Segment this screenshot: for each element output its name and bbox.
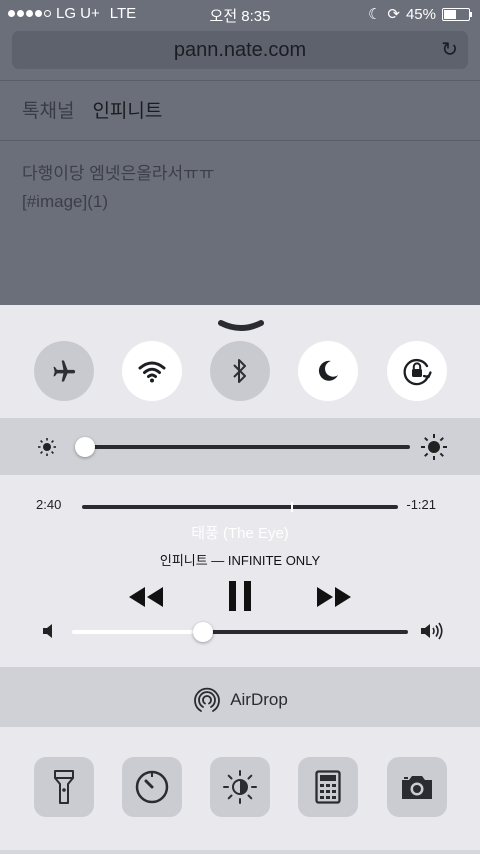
airdrop-icon [194, 687, 221, 712]
calculator-button[interactable] [298, 757, 358, 817]
tab-talk-channel[interactable]: 톡채널 [22, 96, 74, 123]
post-content: 다행이당 엠넷은올라서ㅠㅠ [#image](1) [22, 160, 214, 216]
moon-icon [318, 360, 338, 381]
airdrop-button[interactable]: AirDrop [0, 685, 480, 715]
volume-high-icon [421, 622, 443, 640]
remaining-time: -1:21 [406, 497, 436, 512]
rotation-lock-icon [403, 358, 432, 386]
brightness-band [0, 418, 480, 475]
timer-icon [135, 770, 169, 804]
rewind-button[interactable] [127, 585, 165, 609]
pause-button[interactable] [226, 579, 254, 613]
calculator-icon [315, 770, 341, 804]
airdrop-label: AirDrop [230, 690, 288, 709]
volume-track[interactable] [203, 630, 408, 634]
night-shift-icon [223, 770, 257, 804]
rotation-lock-toggle[interactable] [387, 341, 447, 401]
url-bar[interactable]: pann.nate.com ↻ [12, 31, 468, 69]
scrub-track[interactable] [82, 505, 398, 509]
do-not-disturb-toggle[interactable] [298, 341, 358, 401]
volume-track-filled[interactable] [72, 630, 204, 634]
post-line: 다행이당 엠넷은올라서ㅠㅠ [22, 164, 215, 183]
fast-forward-button[interactable] [315, 585, 353, 609]
bluetooth-toggle[interactable] [210, 341, 270, 401]
reload-icon[interactable]: ↻ [441, 31, 458, 69]
tools-row [0, 757, 480, 819]
airplane-toggle[interactable] [34, 341, 94, 401]
song-title: 태풍 (The Eye) [191, 525, 289, 542]
status-bar: LG U+ LTE 오전 8:35 ☾ ⟳ 45% [0, 0, 480, 28]
volume-slider-knob[interactable] [193, 622, 214, 642]
now-playing: 2:40 -1:21 태풍 (The Eye) 인피니트 — INFINITE … [0, 475, 480, 668]
brightness-high-icon [421, 434, 447, 460]
bluetooth-icon [233, 359, 246, 383]
camera-icon [402, 776, 432, 799]
moon-status-icon: ☾ [367, 6, 382, 23]
airplane-icon [53, 360, 75, 382]
wifi-toggle[interactable] [122, 341, 182, 401]
battery-icon [442, 7, 472, 21]
status-right: ☾ ⟳ 45% [367, 5, 472, 23]
battery-label: 45% [405, 5, 436, 23]
brightness-slider-knob[interactable] [74, 437, 95, 457]
background-page: LG U+ LTE 오전 8:35 ☾ ⟳ 45% pann.nate.com … [0, 0, 480, 305]
flashlight-icon [54, 770, 74, 804]
night-shift-button[interactable] [210, 757, 270, 817]
post-line: [#image](1) [22, 192, 108, 211]
flashlight-button[interactable] [34, 757, 94, 817]
artist-album: 인피니트 — INFINITE ONLY [159, 553, 321, 568]
airdrop-band[interactable]: AirDrop [0, 667, 480, 727]
grabber-chevron-icon[interactable] [218, 319, 264, 333]
rotation-lock-status-icon: ⟳ [387, 6, 400, 23]
divider [0, 140, 480, 141]
camera-button[interactable] [387, 757, 447, 817]
divider [0, 80, 480, 81]
timer-button[interactable] [122, 757, 182, 817]
elapsed-time: 2:40 [36, 497, 62, 512]
brightness-track[interactable] [78, 445, 410, 449]
volume-low-icon [43, 624, 52, 638]
url-text: pann.nate.com [173, 39, 307, 61]
bottom-edge [0, 850, 480, 854]
brightness-low-icon [38, 438, 56, 456]
page-tabs: 톡채널 인피니트 [22, 96, 162, 123]
scrub-position[interactable] [290, 502, 293, 512]
control-center: 2:40 -1:21 태풍 (The Eye) 인피니트 — INFINITE … [0, 305, 480, 854]
tab-infinite[interactable]: 인피니트 [92, 96, 162, 123]
toggle-row [0, 341, 480, 401]
wifi-icon [138, 361, 166, 383]
